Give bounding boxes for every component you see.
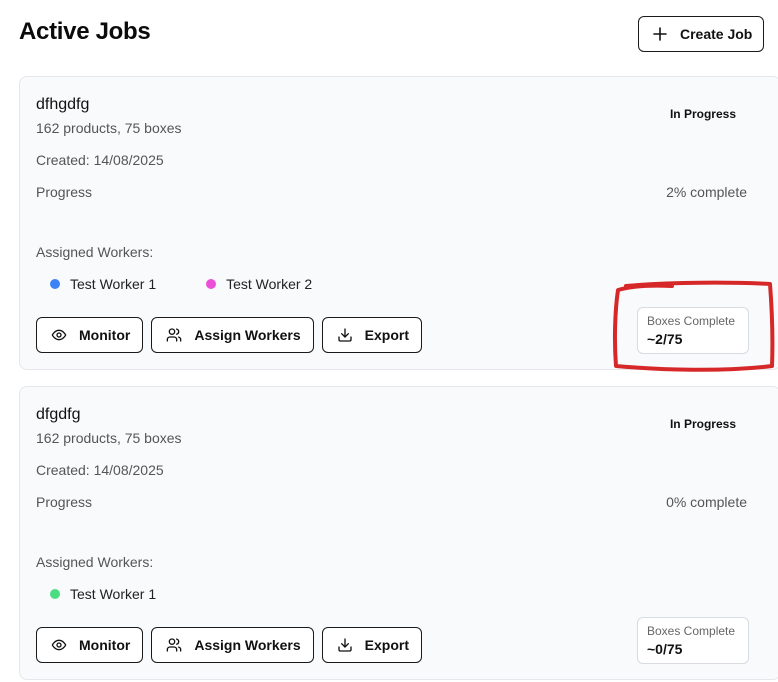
download-icon <box>338 328 352 342</box>
worker-item: Test Worker 1 <box>50 276 156 292</box>
export-button[interactable]: Export <box>321 317 423 353</box>
job-created-date: Created: 14/08/2025 <box>36 462 164 478</box>
eye-icon <box>51 329 67 341</box>
progress-bar <box>36 524 748 530</box>
progress-percent: 0% complete <box>666 494 747 510</box>
boxes-complete-value: ~2/75 <box>647 331 683 347</box>
job-actions: Monitor Assign Workers Export <box>36 317 430 353</box>
assign-workers-label: Assign Workers <box>194 637 301 653</box>
assign-workers-label: Assign Workers <box>194 327 301 343</box>
progress-bar <box>36 214 748 220</box>
assigned-workers-label: Assigned Workers: <box>36 244 154 260</box>
download-icon <box>338 638 352 652</box>
worker-color-dot <box>50 589 60 599</box>
users-icon <box>166 328 182 342</box>
worker-name: Test Worker 2 <box>226 276 313 292</box>
assign-workers-button[interactable]: Assign Workers <box>151 627 314 663</box>
worker-color-dot <box>50 279 60 289</box>
job-actions: Monitor Assign Workers Export <box>36 627 430 663</box>
progress-label: Progress <box>36 184 93 200</box>
worker-name: Test Worker 1 <box>70 586 157 602</box>
progress-fill <box>36 214 50 220</box>
create-job-button[interactable]: Create Job <box>638 16 764 52</box>
worker-item: Test Worker 2 <box>206 276 312 292</box>
status-badge: In Progress <box>669 107 736 121</box>
job-card: dfhgdfg 162 products, 75 boxes Created: … <box>19 76 778 370</box>
users-icon <box>166 638 182 652</box>
job-name: dfhgdfg <box>36 96 90 113</box>
worker-color-dot <box>206 279 217 289</box>
job-name: dfgdfg <box>36 406 81 423</box>
job-summary: 162 products, 75 boxes <box>36 430 182 446</box>
progress-label: Progress <box>36 494 93 510</box>
assign-workers-button[interactable]: Assign Workers <box>151 317 314 353</box>
export-label: Export <box>364 637 410 653</box>
job-card: dfgdfg 162 products, 75 boxes Created: 1… <box>19 386 778 680</box>
export-button[interactable]: Export <box>321 627 423 663</box>
monitor-label: Monitor <box>79 327 131 343</box>
worker-name: Test Worker 1 <box>70 276 157 292</box>
monitor-button[interactable]: Monitor <box>36 317 144 353</box>
boxes-complete-label: Boxes Complete <box>647 624 736 638</box>
export-label: Export <box>364 327 410 343</box>
create-job-label: Create Job <box>680 26 753 42</box>
boxes-complete-box: Boxes Complete ~2/75 <box>637 307 749 354</box>
worker-item: Test Worker 1 <box>50 586 156 602</box>
monitor-button[interactable]: Monitor <box>36 627 144 663</box>
progress-percent: 2% complete <box>666 184 747 200</box>
assigned-workers-label: Assigned Workers: <box>36 554 154 570</box>
job-summary: 162 products, 75 boxes <box>36 120 182 136</box>
workers-list: Test Worker 1 <box>50 586 206 602</box>
page-title: Active Jobs <box>19 18 151 45</box>
workers-list: Test Worker 1 Test Worker 2 <box>50 276 362 292</box>
monitor-label: Monitor <box>79 637 131 653</box>
plus-icon <box>653 27 667 41</box>
boxes-complete-value: ~0/75 <box>647 641 683 657</box>
boxes-complete-box: Boxes Complete ~0/75 <box>637 617 749 664</box>
job-created-date: Created: 14/08/2025 <box>36 152 164 168</box>
eye-icon <box>51 639 67 651</box>
status-badge: In Progress <box>669 417 736 431</box>
boxes-complete-label: Boxes Complete <box>647 314 736 328</box>
